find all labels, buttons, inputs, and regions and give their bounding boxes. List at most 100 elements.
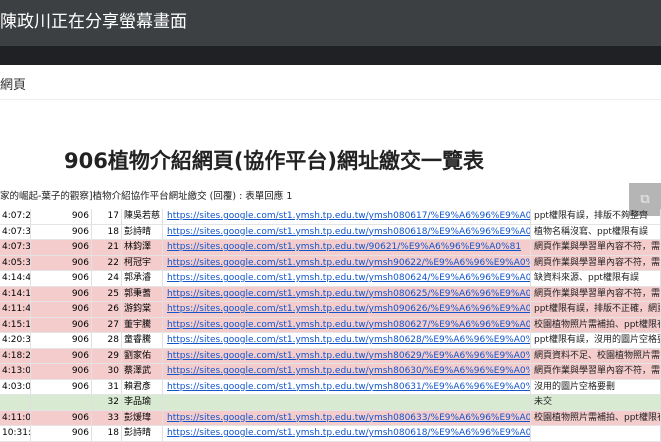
comment-cell: 缺資料來源、ppt權限有誤	[531, 271, 661, 286]
url-link[interactable]: https://sites.google.com/st1.ymsh.tp.edu…	[163, 317, 531, 332]
timestamp-cell: 4:14:10	[0, 286, 31, 301]
page-name: 網頁	[0, 78, 27, 93]
seat-cell: 29	[92, 348, 122, 363]
url-link[interactable]: https://sites.google.com/st1.ymsh.tp.edu…	[163, 348, 531, 363]
table-row: 10:31:0490618彭詩晴https://sites.google.com…	[0, 426, 661, 442]
url-link[interactable]: https://sites.google.com/st1.ymsh.tp.edu…	[163, 410, 531, 425]
timestamp-cell: 4:11:09	[0, 410, 31, 425]
screen-share-banner: 陳政川正在分享螢幕畫面	[0, 0, 661, 46]
seat-cell: 28	[92, 333, 122, 348]
timestamp-cell: 4:14:44	[0, 271, 31, 286]
class-cell: 906	[31, 348, 92, 363]
name-cell: 柯冠宇	[122, 255, 163, 270]
class-cell: 906	[31, 240, 92, 255]
url-link[interactable]: https://sites.google.com/st1.ymsh.tp.edu…	[163, 379, 531, 394]
sheet-name: 家的崛起-葉子的觀察]植物介紹協作平台網址繳交 (回覆) : 表單回應 1	[0, 191, 293, 202]
class-cell: 906	[31, 317, 92, 332]
name-cell: 郭秉蓍	[122, 286, 163, 301]
class-cell: 906	[31, 333, 92, 348]
name-cell: 董宇騰	[122, 317, 163, 332]
timestamp-cell: 4:18:26	[0, 348, 31, 363]
seat-cell: 26	[92, 302, 122, 317]
comment-cell: 網頁作業與學習單內容不符，需要	[531, 255, 661, 270]
class-cell: 906	[31, 302, 92, 317]
table-row: 4:14:1090625郭秉蓍https://sites.google.com/…	[0, 286, 661, 302]
url-link[interactable]: https://sites.google.com/st1.ymsh.tp.edu…	[163, 286, 531, 301]
seat-cell: 30	[92, 364, 122, 379]
comment-cell: 網頁作業與學習單內容不符，需要	[531, 240, 661, 255]
comment-cell: ppt權限有誤，排版不正確，網頁內	[531, 302, 661, 317]
seat-cell: 31	[92, 379, 122, 394]
page-title: 906植物介紹網頁(協作平台)網址繳交一覽表	[64, 149, 485, 173]
open-in-new-icon: ⧉	[640, 192, 650, 207]
comment-cell: 網頁作業與學習單內容不符，需要	[531, 364, 661, 379]
url-link[interactable]: https://sites.google.com/st1.ymsh.tp.edu…	[163, 333, 531, 348]
table-row: 4:14:4490624郭承濬https://sites.google.com/…	[0, 271, 661, 287]
url-link[interactable]: https://sites.google.com/st1.ymsh.tp.edu…	[163, 240, 531, 255]
table-row: 4:11:4690626游鈞棠https://sites.google.com/…	[0, 302, 661, 318]
class-cell: 906	[31, 364, 92, 379]
comment-cell: 未交	[531, 395, 661, 410]
table-row: 32 李品瑜 未交	[0, 395, 661, 411]
class-cell	[31, 395, 92, 410]
timestamp-cell: 4:07:37	[0, 240, 31, 255]
class-cell: 906	[31, 209, 92, 224]
class-cell: 906	[31, 224, 92, 239]
divider	[0, 99, 661, 100]
url-link[interactable]: https://sites.google.com/st1.ymsh.tp.edu…	[163, 364, 531, 379]
timestamp-cell: 10:31:04	[0, 426, 31, 441]
seat-cell: 27	[92, 317, 122, 332]
comment-cell: ppt權限有誤，排版不夠整齊	[531, 209, 661, 224]
comment-cell: ppt權限有誤，沒用的圖片空格要刪	[531, 333, 661, 348]
url-link[interactable]	[163, 395, 531, 410]
url-link[interactable]: https://sites.google.com/st1.ymsh.tp.edu…	[163, 302, 531, 317]
table-row: 4:07:3590618彭詩晴https://sites.google.com/…	[0, 224, 661, 240]
class-cell: 906	[31, 255, 92, 270]
url-link[interactable]: https://sites.google.com/st1.ymsh.tp.edu…	[163, 426, 531, 441]
timestamp-cell: 4:03:02	[0, 379, 31, 394]
comment-cell: 沒用的圖片空格要刪	[531, 379, 661, 394]
spreadsheet-table: 4:07:2890617陳吳若慈https://sites.google.com…	[0, 209, 661, 442]
table-row: 4:05:3890622柯冠宇https://sites.google.com/…	[0, 255, 661, 271]
url-link[interactable]: https://sites.google.com/st1.ymsh.tp.edu…	[163, 224, 531, 239]
seat-cell: 18	[92, 224, 122, 239]
name-cell: 蔡澤武	[122, 364, 163, 379]
seat-cell: 32	[92, 395, 122, 410]
table-row: 4:20:3090628童睿騰https://sites.google.com/…	[0, 333, 661, 349]
timestamp-cell: 4:15:11	[0, 317, 31, 332]
name-cell: 郭承濬	[122, 271, 163, 286]
table-row: 4:07:2890617陳吳若慈https://sites.google.com…	[0, 209, 661, 225]
seat-cell: 24	[92, 271, 122, 286]
seat-cell: 21	[92, 240, 122, 255]
name-cell: 賴君彥	[122, 379, 163, 394]
timestamp-cell: 4:13:01	[0, 364, 31, 379]
table-row: 4:11:0990633彭煖瑋https://sites.google.com/…	[0, 410, 661, 426]
seat-cell: 22	[92, 255, 122, 270]
timestamp-cell: 4:05:38	[0, 255, 31, 270]
name-cell: 彭煖瑋	[122, 410, 163, 425]
class-cell: 906	[31, 286, 92, 301]
url-link[interactable]: https://sites.google.com/st1.ymsh.tp.edu…	[163, 209, 531, 224]
comment-cell	[531, 426, 661, 441]
url-link[interactable]: https://sites.google.com/st1.ymsh.tp.edu…	[163, 271, 531, 286]
table-row: 4:07:3790621林鈞澤https://sites.google.com/…	[0, 240, 661, 256]
class-cell: 906	[31, 379, 92, 394]
timestamp-cell: 4:11:46	[0, 302, 31, 317]
table-row: 4:13:0190630蔡澤武https://sites.google.com/…	[0, 364, 661, 380]
toolbar	[0, 46, 661, 65]
timestamp-cell: 4:20:30	[0, 333, 31, 348]
comment-cell: 校園植物照片需補拍、ppt權限有誤	[531, 410, 661, 425]
class-cell: 906	[31, 410, 92, 425]
table-row: 4:03:0290631賴君彥https://sites.google.com/…	[0, 379, 661, 395]
timestamp-cell: 4:07:35	[0, 224, 31, 239]
name-cell: 游鈞棠	[122, 302, 163, 317]
seat-cell: 18	[92, 426, 122, 441]
comment-cell: 植物名稱沒寫、ppt權限有誤	[531, 224, 661, 239]
seat-cell: 33	[92, 410, 122, 425]
name-cell: 林鈞澤	[122, 240, 163, 255]
class-cell: 906	[31, 426, 92, 441]
url-link[interactable]: https://sites.google.com/st1.ymsh.tp.edu…	[163, 255, 531, 270]
table-row: 4:15:1190627董宇騰https://sites.google.com/…	[0, 317, 661, 333]
share-banner-text: 陳政川正在分享螢幕畫面	[0, 12, 187, 32]
seat-cell: 17	[92, 209, 122, 224]
